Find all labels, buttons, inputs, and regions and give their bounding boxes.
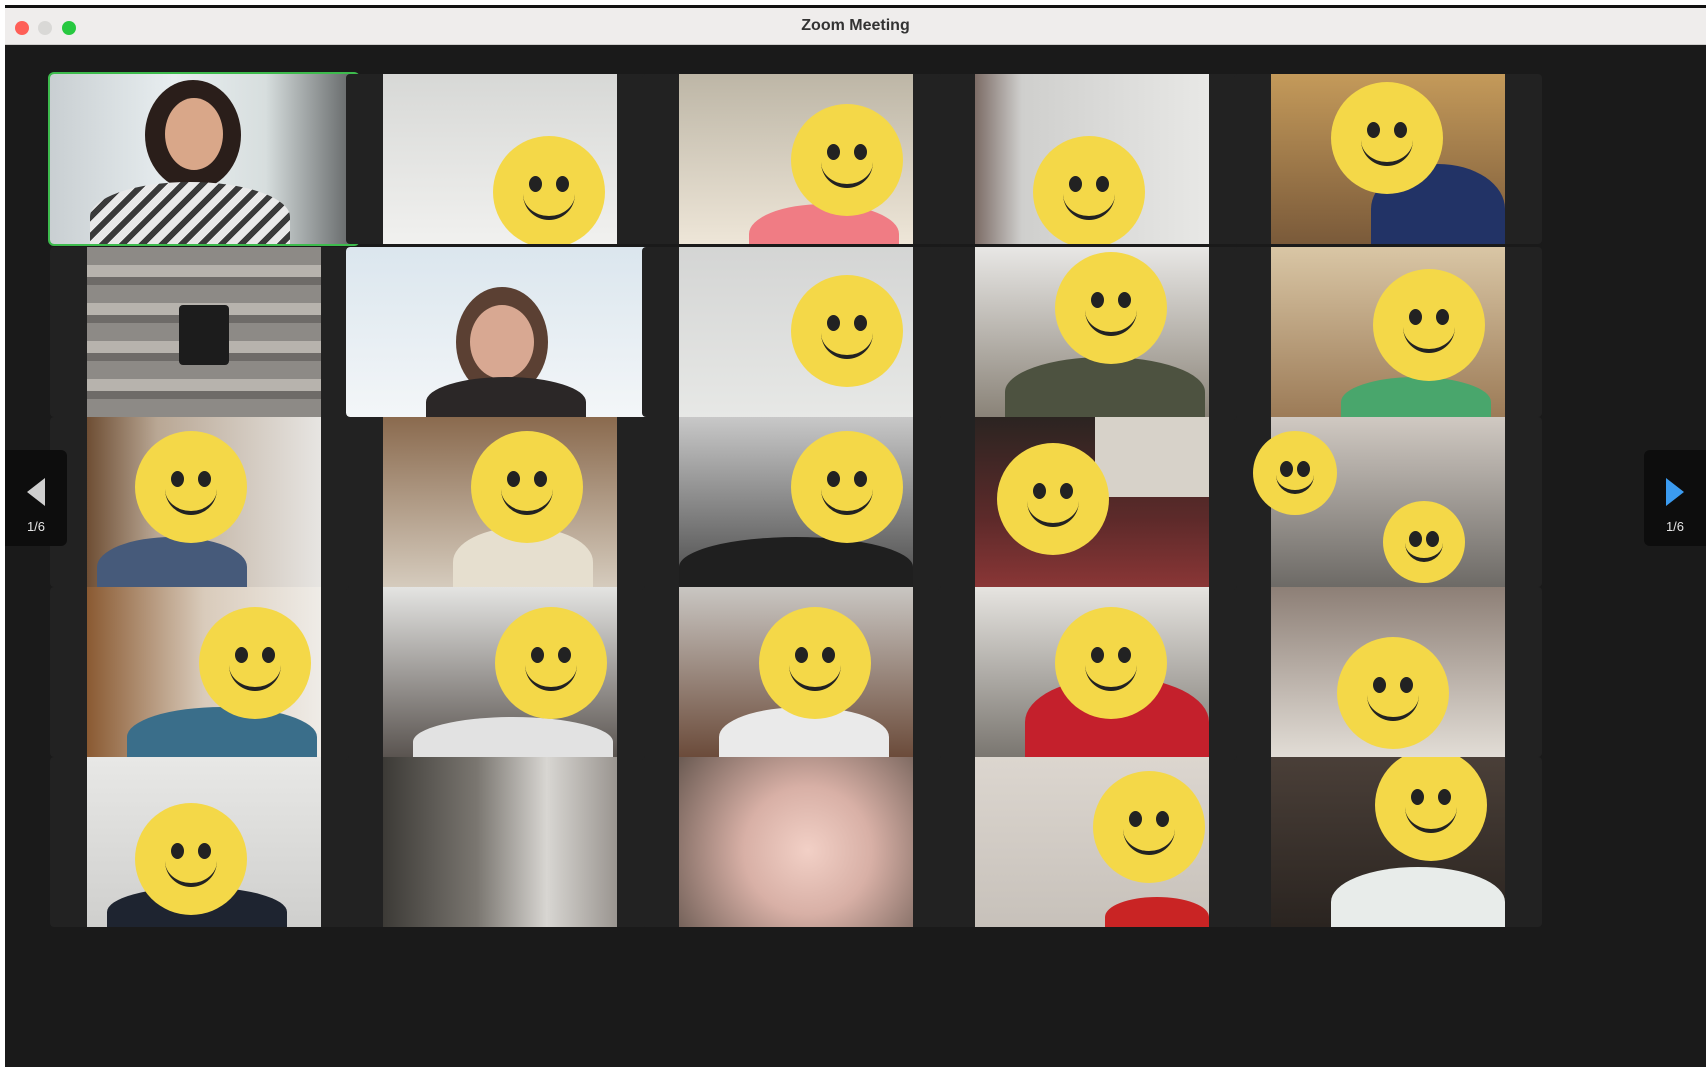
participant-video	[87, 757, 321, 927]
participant-video	[975, 74, 1209, 244]
participant-video	[679, 247, 913, 417]
participant-video	[383, 417, 617, 587]
participant-video	[679, 757, 913, 927]
arrow-right-icon	[1666, 478, 1684, 506]
participant-tile[interactable]	[346, 417, 654, 587]
previous-page-button[interactable]: 1/6	[5, 450, 67, 546]
participant-video	[975, 587, 1209, 757]
participant-video	[1271, 74, 1505, 244]
smiley-emoji-icon	[791, 275, 903, 387]
smiley-emoji-icon	[199, 607, 311, 719]
smiley-emoji-icon	[135, 803, 247, 915]
participant-tile[interactable]	[642, 74, 950, 244]
gallery-view: 1/6 1/6	[5, 45, 1706, 1067]
participant-video	[975, 247, 1209, 417]
arrow-left-icon	[27, 478, 45, 506]
participant-tile[interactable]	[50, 247, 358, 417]
smiley-emoji-icon	[471, 431, 583, 543]
zoom-window: Zoom Meeting 1/6 1/6	[5, 5, 1706, 1067]
participant-tile[interactable]	[50, 587, 358, 757]
smiley-emoji-icon	[135, 431, 247, 543]
smiley-emoji-icon	[1033, 136, 1145, 244]
participant-tile[interactable]	[346, 247, 654, 417]
participant-tile[interactable]	[1234, 587, 1542, 757]
participant-video	[679, 417, 913, 587]
participant-video	[1271, 757, 1505, 927]
participant-tile[interactable]	[642, 417, 950, 587]
participant-tile[interactable]	[346, 587, 654, 757]
participant-tile[interactable]	[938, 247, 1246, 417]
participant-video	[1271, 247, 1505, 417]
smiley-emoji-icon	[1375, 757, 1487, 861]
participant-tile[interactable]	[642, 587, 950, 757]
smiley-emoji-icon	[1331, 82, 1443, 194]
participant-tile[interactable]	[50, 417, 358, 587]
participant-video	[87, 417, 321, 587]
participant-video	[679, 587, 913, 757]
participant-tile[interactable]	[1234, 757, 1542, 927]
participant-tile[interactable]	[1234, 74, 1542, 244]
participant-tile[interactable]	[938, 417, 1246, 587]
participant-tile[interactable]	[1234, 247, 1542, 417]
participant-video	[383, 587, 617, 757]
smiley-emoji-icon	[1055, 252, 1167, 364]
participant-tile[interactable]	[938, 587, 1246, 757]
smiley-emoji-icon	[791, 104, 903, 216]
participant-video	[1271, 587, 1505, 757]
page-indicator: 1/6	[26, 519, 46, 534]
next-page-button[interactable]: 1/6	[1644, 450, 1706, 546]
smiley-emoji-icon	[1383, 501, 1465, 583]
participant-video	[383, 74, 617, 244]
page-indicator: 1/6	[1665, 519, 1685, 534]
participant-tile[interactable]	[938, 757, 1246, 927]
participant-tile-speaker[interactable]	[48, 72, 360, 246]
smiley-emoji-icon	[791, 431, 903, 543]
participant-video	[679, 74, 913, 244]
participant-video	[1253, 417, 1505, 587]
participant-tile[interactable]	[346, 74, 654, 244]
participant-tile[interactable]	[938, 74, 1246, 244]
participant-video	[383, 757, 617, 927]
participant-video	[87, 247, 321, 417]
smiley-emoji-icon	[1093, 771, 1205, 883]
smiley-emoji-icon	[1055, 607, 1167, 719]
smiley-emoji-icon	[997, 443, 1109, 555]
smiley-emoji-icon	[1373, 269, 1485, 381]
participant-tile[interactable]	[346, 757, 654, 927]
smiley-emoji-icon	[495, 607, 607, 719]
participant-video	[50, 74, 358, 244]
participant-video	[975, 757, 1209, 927]
title-bar: Zoom Meeting	[5, 8, 1706, 45]
smiley-emoji-icon	[759, 607, 871, 719]
smiley-emoji-icon	[1337, 637, 1449, 749]
participant-video	[975, 417, 1209, 587]
participant-tile[interactable]	[50, 757, 358, 927]
smiley-emoji-icon	[1253, 431, 1337, 515]
participant-video	[346, 247, 654, 417]
participant-tile[interactable]	[642, 757, 950, 927]
window-title: Zoom Meeting	[801, 17, 910, 34]
participant-tile[interactable]	[642, 247, 950, 417]
participant-video	[87, 587, 321, 757]
participant-tile[interactable]	[1234, 417, 1542, 587]
smiley-emoji-icon	[493, 136, 605, 244]
